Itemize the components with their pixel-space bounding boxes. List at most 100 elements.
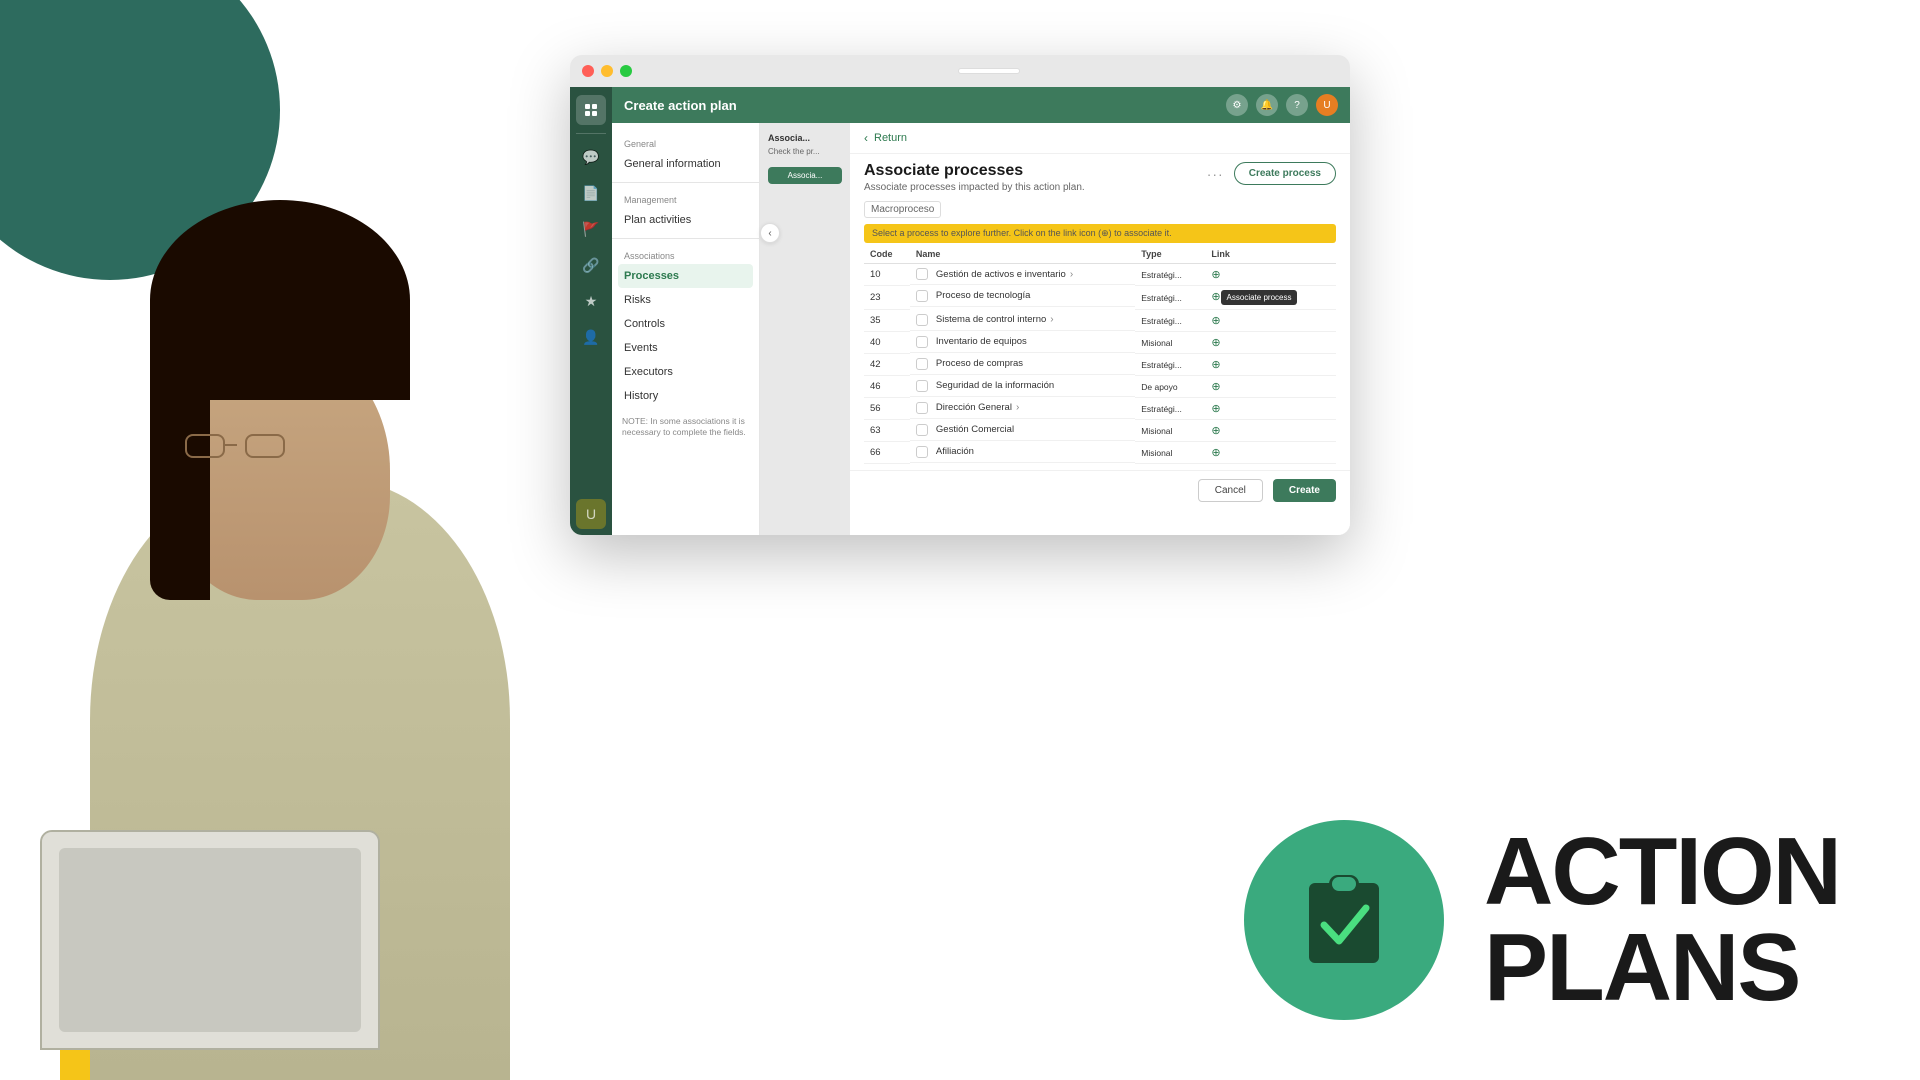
- cell-link[interactable]: ⊕: [1205, 420, 1336, 442]
- browser-content: 💬 📄 🚩 🔗 ★ 👤 U Create action plan ⚙ 🔔 ? U: [570, 87, 1350, 535]
- table-row[interactable]: 63Gestión ComercialMisional⊕: [864, 420, 1336, 442]
- action-plans-section: ACTION PLANS: [1244, 820, 1840, 1020]
- chevron-right-icon[interactable]: ›: [1050, 314, 1053, 325]
- action-plans-text: ACTION PLANS: [1484, 824, 1840, 1016]
- create-process-button[interactable]: Create process: [1234, 162, 1336, 185]
- return-arrow-icon: ‹: [864, 131, 868, 145]
- associate-link-icon[interactable]: ⊕: [1211, 381, 1220, 393]
- management-label: Management: [612, 189, 759, 208]
- table-row[interactable]: 56Dirección General›Estratégi...⊕: [864, 398, 1336, 420]
- cell-name: Proceso de compras: [910, 354, 1135, 375]
- col-name: Name: [910, 245, 1135, 264]
- row-checkbox[interactable]: [916, 268, 928, 280]
- associate-link-icon[interactable]: ⊕: [1211, 315, 1220, 327]
- step-panel: Associa... Check the pr... Associa...: [760, 123, 850, 535]
- content-header: Associate processes Associate processes …: [850, 154, 1350, 199]
- header-icon-3[interactable]: ?: [1286, 94, 1308, 116]
- nav-processes[interactable]: Processes: [618, 264, 753, 288]
- cell-link[interactable]: ⊕: [1205, 310, 1336, 332]
- row-checkbox[interactable]: [916, 402, 928, 414]
- table-row[interactable]: 66AfiliaciónMisional⊕: [864, 442, 1336, 464]
- sidebar-user-icon[interactable]: U: [576, 499, 606, 529]
- associate-link-icon[interactable]: ⊕: [1211, 425, 1220, 437]
- sidebar-flag-icon[interactable]: 🚩: [576, 214, 606, 244]
- table-row[interactable]: 35Sistema de control interno›Estratégi..…: [864, 310, 1336, 332]
- browser-window: 💬 📄 🚩 🔗 ★ 👤 U Create action plan ⚙ 🔔 ? U: [570, 55, 1350, 535]
- step-associate-button[interactable]: Associa...: [768, 167, 842, 184]
- nav-general-information[interactable]: General information: [612, 152, 759, 176]
- processes-table: Code Name Type Link 10Gestión de activos…: [864, 245, 1336, 464]
- associate-link-icon[interactable]: ⊕: [1211, 403, 1220, 415]
- associate-link-icon[interactable]: ⊕: [1211, 359, 1220, 371]
- nav-history[interactable]: History: [612, 384, 759, 408]
- row-checkbox[interactable]: [916, 358, 928, 370]
- table-row[interactable]: 42Proceso de comprasEstratégi...⊕: [864, 354, 1336, 376]
- nav-toggle-button[interactable]: ‹: [760, 223, 780, 243]
- nav-divider-2: [612, 238, 759, 239]
- table-row[interactable]: 23Proceso de tecnologíaEstratégi...⊕Asso…: [864, 286, 1336, 310]
- row-checkbox[interactable]: [916, 380, 928, 392]
- nav-risks[interactable]: Risks: [612, 288, 759, 312]
- cell-name: Sistema de control interno›: [910, 310, 1135, 331]
- content-subtitle: Associate processes impacted by this act…: [864, 182, 1085, 193]
- cancel-button[interactable]: Cancel: [1198, 479, 1263, 502]
- row-checkbox[interactable]: [916, 336, 928, 348]
- cell-link[interactable]: ⊕: [1205, 354, 1336, 376]
- associate-link-icon[interactable]: ⊕: [1211, 291, 1220, 303]
- associate-link-icon[interactable]: ⊕: [1211, 337, 1220, 349]
- chevron-right-icon[interactable]: ›: [1070, 269, 1073, 280]
- macroproceso-label: Macroproceso: [864, 201, 941, 218]
- cell-name: Inventario de equipos: [910, 332, 1135, 353]
- sidebar-chat-icon[interactable]: 💬: [576, 142, 606, 172]
- sidebar-person-icon[interactable]: 👤: [576, 322, 606, 352]
- table-row[interactable]: 46Seguridad de la informaciónDe apoyo⊕: [864, 376, 1336, 398]
- associate-link-icon[interactable]: ⊕: [1211, 269, 1220, 281]
- nav-note: NOTE: In some associations it is necessa…: [612, 408, 759, 446]
- sidebar-doc-icon[interactable]: 📄: [576, 178, 606, 208]
- nav-controls[interactable]: Controls: [612, 312, 759, 336]
- sidebar-star-icon[interactable]: ★: [576, 286, 606, 316]
- cell-link[interactable]: ⊕: [1205, 332, 1336, 354]
- header-icon-user[interactable]: U: [1316, 94, 1338, 116]
- cell-link[interactable]: ⊕Associate process: [1205, 286, 1336, 310]
- url-bar[interactable]: [958, 68, 1020, 74]
- header-title: Create action plan: [624, 98, 737, 113]
- sidebar-grid-icon[interactable]: [576, 95, 606, 125]
- cell-code: 23: [864, 286, 910, 310]
- row-checkbox[interactable]: [916, 314, 928, 326]
- cell-link[interactable]: ⊕: [1205, 442, 1336, 464]
- header-icon-1[interactable]: ⚙: [1226, 94, 1248, 116]
- close-dot[interactable]: [582, 65, 594, 77]
- cell-name: Gestión de activos e inventario›: [910, 264, 1135, 285]
- cell-link[interactable]: ⊕: [1205, 398, 1336, 420]
- associate-tooltip: Associate process: [1221, 290, 1298, 305]
- cell-code: 35: [864, 310, 910, 332]
- col-code: Code: [864, 245, 910, 264]
- chevron-right-icon[interactable]: ›: [1016, 402, 1019, 413]
- cell-type: Estratégi...: [1135, 398, 1205, 420]
- associate-link-icon[interactable]: ⊕: [1211, 447, 1220, 459]
- cell-link[interactable]: ⊕: [1205, 264, 1336, 286]
- row-checkbox[interactable]: [916, 290, 928, 302]
- content-panel: ‹ Return Associate processes Associate p…: [850, 123, 1350, 535]
- cell-type: Estratégi...: [1135, 354, 1205, 376]
- cell-link[interactable]: ⊕: [1205, 376, 1336, 398]
- more-options-icon[interactable]: ···: [1207, 166, 1224, 182]
- row-checkbox[interactable]: [916, 424, 928, 436]
- nav-plan-activities[interactable]: Plan activities: [612, 208, 759, 232]
- row-checkbox[interactable]: [916, 446, 928, 458]
- cell-code: 10: [864, 264, 910, 286]
- cell-code: 66: [864, 442, 910, 464]
- browser-titlebar: [570, 55, 1350, 87]
- nav-events[interactable]: Events: [612, 336, 759, 360]
- cell-type: Misional: [1135, 332, 1205, 354]
- nav-executors[interactable]: Executors: [612, 360, 759, 384]
- table-row[interactable]: 10Gestión de activos e inventario›Estrat…: [864, 264, 1336, 286]
- maximize-dot[interactable]: [620, 65, 632, 77]
- return-label[interactable]: Return: [874, 132, 907, 144]
- header-icon-2[interactable]: 🔔: [1256, 94, 1278, 116]
- create-button[interactable]: Create: [1273, 479, 1336, 502]
- sidebar-link-icon[interactable]: 🔗: [576, 250, 606, 280]
- minimize-dot[interactable]: [601, 65, 613, 77]
- table-row[interactable]: 40Inventario de equiposMisional⊕: [864, 332, 1336, 354]
